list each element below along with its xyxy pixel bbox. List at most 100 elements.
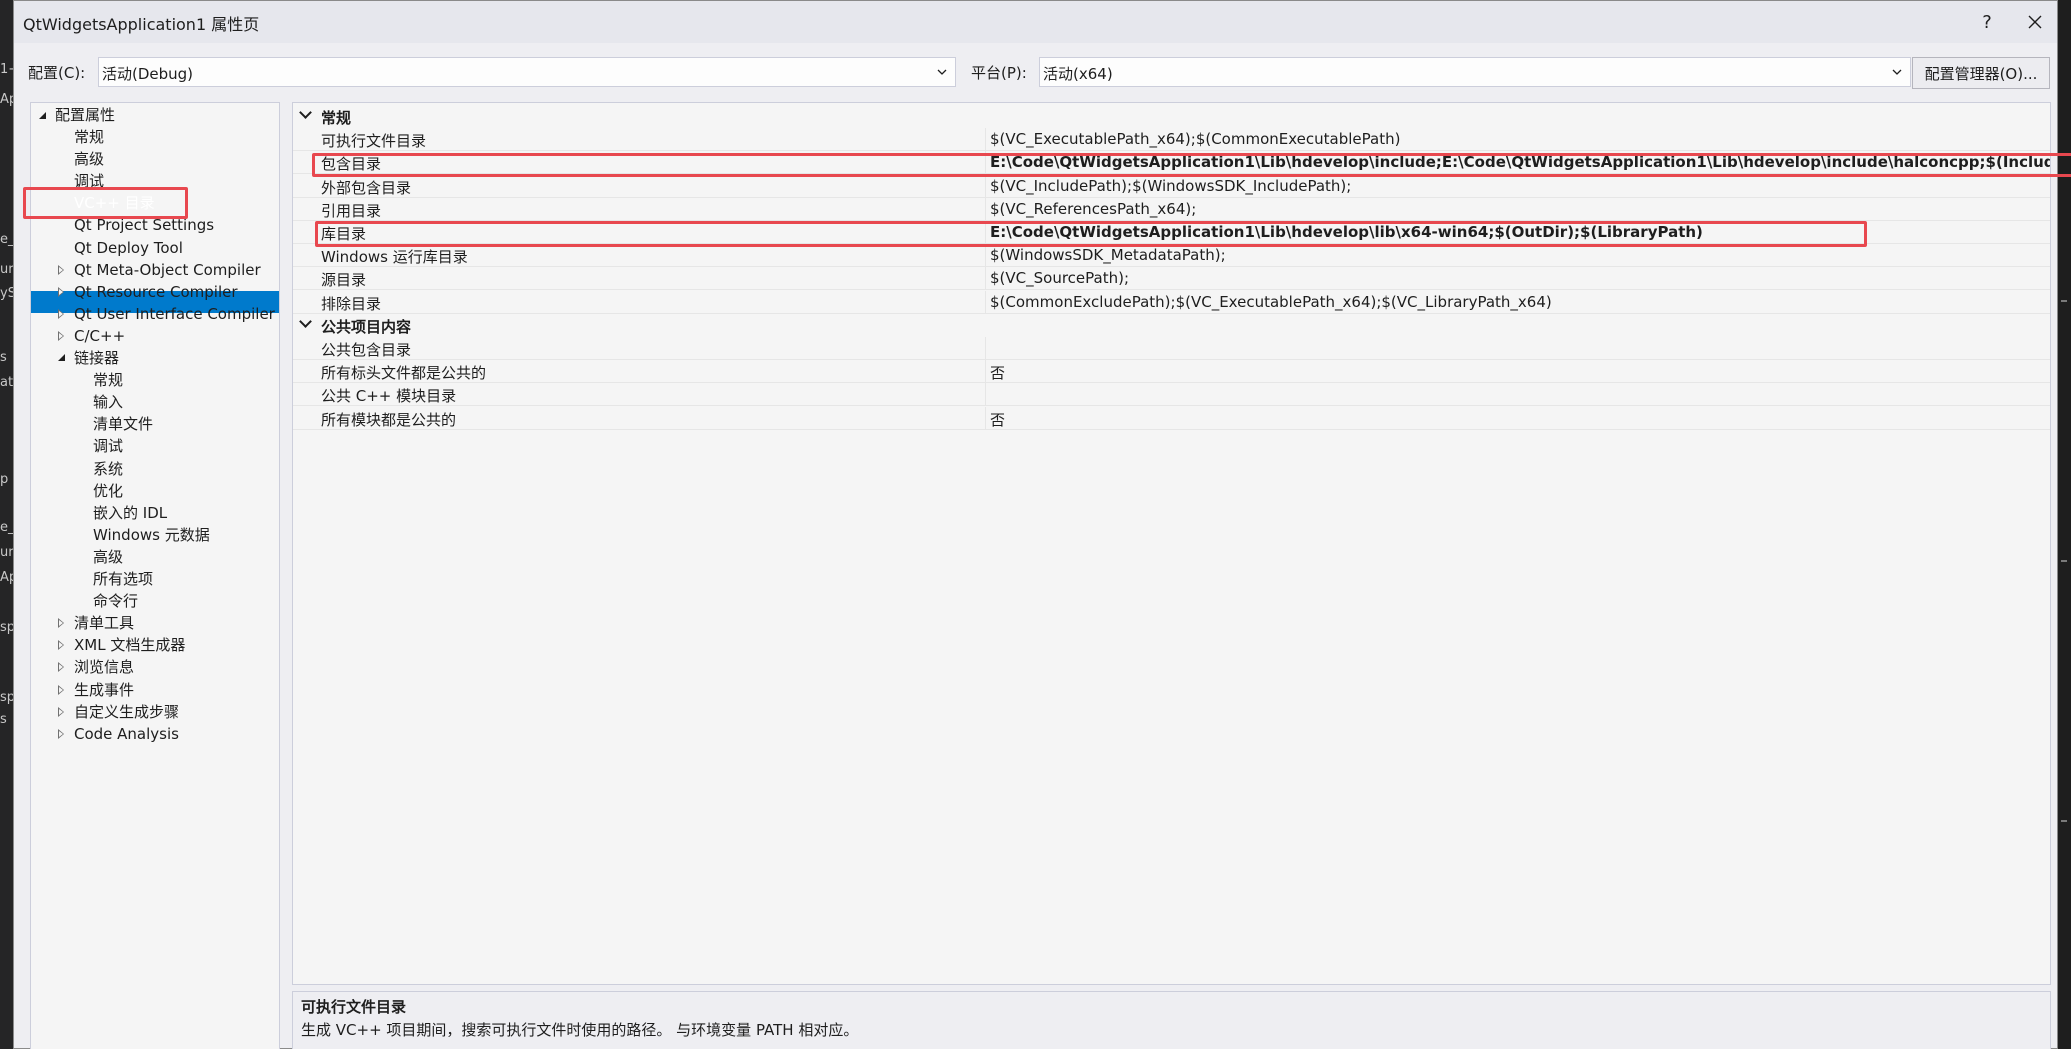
- grid-row[interactable]: Windows 运行库目录 $(WindowsSDK_MetadataPath);: [293, 244, 2050, 267]
- tree-item-label: 浏览信息: [74, 658, 135, 676]
- tree-item-label: 命令行: [93, 592, 139, 610]
- tree-item[interactable]: 嵌入的 IDL: [93, 502, 167, 524]
- tree-item[interactable]: 清单文件: [93, 413, 153, 435]
- property-value[interactable]: $(VC_ReferencesPath_x64);: [985, 198, 2050, 221]
- tree-item[interactable]: Qt User Interface Compiler: [58, 303, 275, 325]
- grid-row[interactable]: 包含目录 E:\Code\QtWidgetsApplication1\Lib\hd…: [293, 151, 2050, 174]
- tree-item-label: Windows 元数据: [93, 526, 210, 544]
- tree-item-label: 系统: [93, 460, 124, 478]
- chevron-down-icon[interactable]: [299, 106, 312, 119]
- grid-row[interactable]: 可执行文件目录 $(VC_ExecutablePath_x64);$(Common…: [293, 128, 2050, 151]
- help-button[interactable]: ?: [1970, 7, 2004, 37]
- tree-item[interactable]: C/C++: [58, 325, 126, 347]
- chevron-down-icon[interactable]: [299, 315, 312, 328]
- grid-row[interactable]: 所有标头文件都是公共的 否: [293, 360, 2050, 383]
- property-name: 所有标头文件都是公共的: [321, 364, 487, 382]
- property-value[interactable]: [985, 383, 2050, 406]
- property-value[interactable]: E:\Code\QtWidgetsApplication1\Lib\hdevel…: [985, 151, 2050, 174]
- tree-item-label: Qt Project Settings: [74, 216, 215, 234]
- collapsed-triangle-icon[interactable]: [58, 685, 64, 695]
- tree-item[interactable]: 命令行: [93, 590, 138, 612]
- platform-dropdown-value: 活动(x64): [1043, 65, 1113, 83]
- collapsed-triangle-icon[interactable]: [58, 729, 64, 739]
- tree-item-label: 高级: [74, 150, 105, 168]
- tree-item[interactable]: Qt Meta-Object Compiler: [58, 259, 261, 281]
- collapsed-triangle-icon[interactable]: [58, 287, 64, 297]
- ide-fragment-text: yS: [0, 286, 13, 301]
- tree-item-label: Code Analysis: [74, 725, 179, 743]
- grid-row[interactable]: 公共包含目录: [293, 337, 2050, 360]
- collapsed-triangle-icon[interactable]: [58, 662, 64, 672]
- tree-item[interactable]: 调试: [74, 170, 104, 192]
- property-value[interactable]: 否: [985, 407, 2050, 430]
- collapsed-triangle-icon[interactable]: [58, 618, 64, 628]
- collapsed-triangle-icon[interactable]: [58, 265, 64, 275]
- expanded-triangle-icon[interactable]: [58, 354, 65, 361]
- title-bar: QtWidgetsApplication1 属性页 ?: [14, 1, 2057, 43]
- close-button[interactable]: [2018, 7, 2052, 37]
- tree-item[interactable]: XML 文档生成器: [58, 634, 185, 656]
- tree-item[interactable]: 输入: [93, 391, 123, 413]
- property-value[interactable]: 否: [985, 360, 2050, 383]
- tree-item-label: 调试: [93, 437, 124, 455]
- tree-item[interactable]: 自定义生成步骤: [58, 701, 179, 723]
- ide-fragment-text: s: [0, 350, 7, 365]
- tree-item[interactable]: 生成事件: [58, 679, 134, 701]
- grid-category[interactable]: 公共项目内容: [293, 314, 2050, 337]
- tree-item[interactable]: 所有选项: [93, 568, 153, 590]
- ide-fragment-text: Ap: [0, 570, 13, 585]
- grid-row[interactable]: 公共 C++ 模块目录: [293, 383, 2050, 406]
- tree-item[interactable]: 链接器: [58, 347, 119, 369]
- tree-item-label: 常规: [93, 371, 124, 389]
- config-dropdown[interactable]: 活动(Debug): [98, 57, 956, 87]
- ide-fragment-text: ury: [0, 545, 13, 560]
- property-value[interactable]: $(VC_IncludePath);$(WindowsSDK_IncludePa…: [985, 175, 2050, 198]
- grid-row[interactable]: 源目录 $(VC_SourcePath);: [293, 267, 2050, 290]
- grid-row[interactable]: 排除目录 $(CommonExcludePath);$(VC_Executable…: [293, 291, 2050, 314]
- tree-item-label: C/C++: [74, 327, 126, 345]
- property-value[interactable]: $(WindowsSDK_MetadataPath);: [985, 244, 2050, 267]
- tree-item[interactable]: 浏览信息: [58, 656, 135, 678]
- ide-background-left: 1+Ape_uryySsatipe_uryApspsps: [0, 0, 13, 1049]
- tree-item[interactable]: 调试: [93, 435, 123, 457]
- grid-category[interactable]: 常规: [293, 105, 2050, 128]
- tree-item[interactable]: 清单工具: [58, 612, 134, 634]
- tree-item[interactable]: VC++ 目录: [74, 192, 155, 214]
- tree-item[interactable]: 系统: [93, 458, 123, 480]
- property-value[interactable]: [985, 337, 2050, 360]
- tree-item-label: 常规: [74, 128, 105, 146]
- property-value[interactable]: $(VC_ExecutablePath_x64);$(CommonExecuta…: [985, 128, 2050, 151]
- tree-item[interactable]: Windows 元数据: [93, 524, 210, 546]
- grid-row[interactable]: 外部包含目录 $(VC_IncludePath);$(WindowsSDK_Inc…: [293, 175, 2050, 198]
- collapsed-triangle-icon[interactable]: [58, 707, 64, 717]
- property-tree: 配置属性 常规 高级 调试 VC++ 目录 Qt Project Settings Qt …: [30, 102, 280, 1049]
- tree-item[interactable]: 高级: [93, 546, 123, 568]
- property-name: 公共 C++ 模块目录: [321, 387, 457, 405]
- tree-item[interactable]: 常规: [93, 369, 123, 391]
- collapsed-triangle-icon[interactable]: [58, 309, 64, 319]
- collapsed-triangle-icon[interactable]: [58, 331, 64, 341]
- expanded-triangle-icon: [39, 112, 46, 119]
- grid-row[interactable]: 引用目录 $(VC_ReferencesPath_x64);: [293, 198, 2050, 221]
- property-grid: 常规 可执行文件目录 $(VC_ExecutablePath_x64);$(Comm…: [292, 102, 2051, 985]
- tree-item[interactable]: 常规: [74, 126, 104, 148]
- property-value[interactable]: E:\Code\QtWidgetsApplication1\Lib\hdevel…: [985, 221, 2050, 244]
- configuration-manager-button[interactable]: 配置管理器(O)...: [1912, 57, 2050, 89]
- property-name: 外部包含目录: [321, 179, 412, 197]
- collapsed-triangle-icon[interactable]: [58, 640, 64, 650]
- property-value[interactable]: $(CommonExcludePath);$(VC_ExecutablePath…: [985, 291, 2050, 314]
- ide-fragment-text: ati: [0, 375, 13, 390]
- grid-row[interactable]: 库目录 E:\Code\QtWidgetsApplication1\Lib\hde…: [293, 221, 2050, 244]
- grid-category-label: 公共项目内容: [321, 318, 412, 336]
- property-value[interactable]: $(VC_SourcePath);: [985, 267, 2050, 290]
- tree-item[interactable]: 优化: [93, 480, 123, 502]
- tree-item[interactable]: Code Analysis: [58, 723, 179, 745]
- tree-item[interactable]: Qt Resource Compiler: [58, 281, 238, 303]
- platform-dropdown[interactable]: 活动(x64): [1039, 57, 1911, 87]
- ide-scrollbar-right: [2058, 0, 2071, 1049]
- grid-row[interactable]: 所有模块都是公共的 否: [293, 407, 2050, 430]
- tree-item[interactable]: Qt Project Settings: [74, 214, 214, 236]
- tree-item[interactable]: Qt Deploy Tool: [74, 237, 183, 259]
- tree-item[interactable]: 高级: [74, 148, 104, 170]
- tree-root-config-properties[interactable]: 配置属性: [39, 104, 115, 126]
